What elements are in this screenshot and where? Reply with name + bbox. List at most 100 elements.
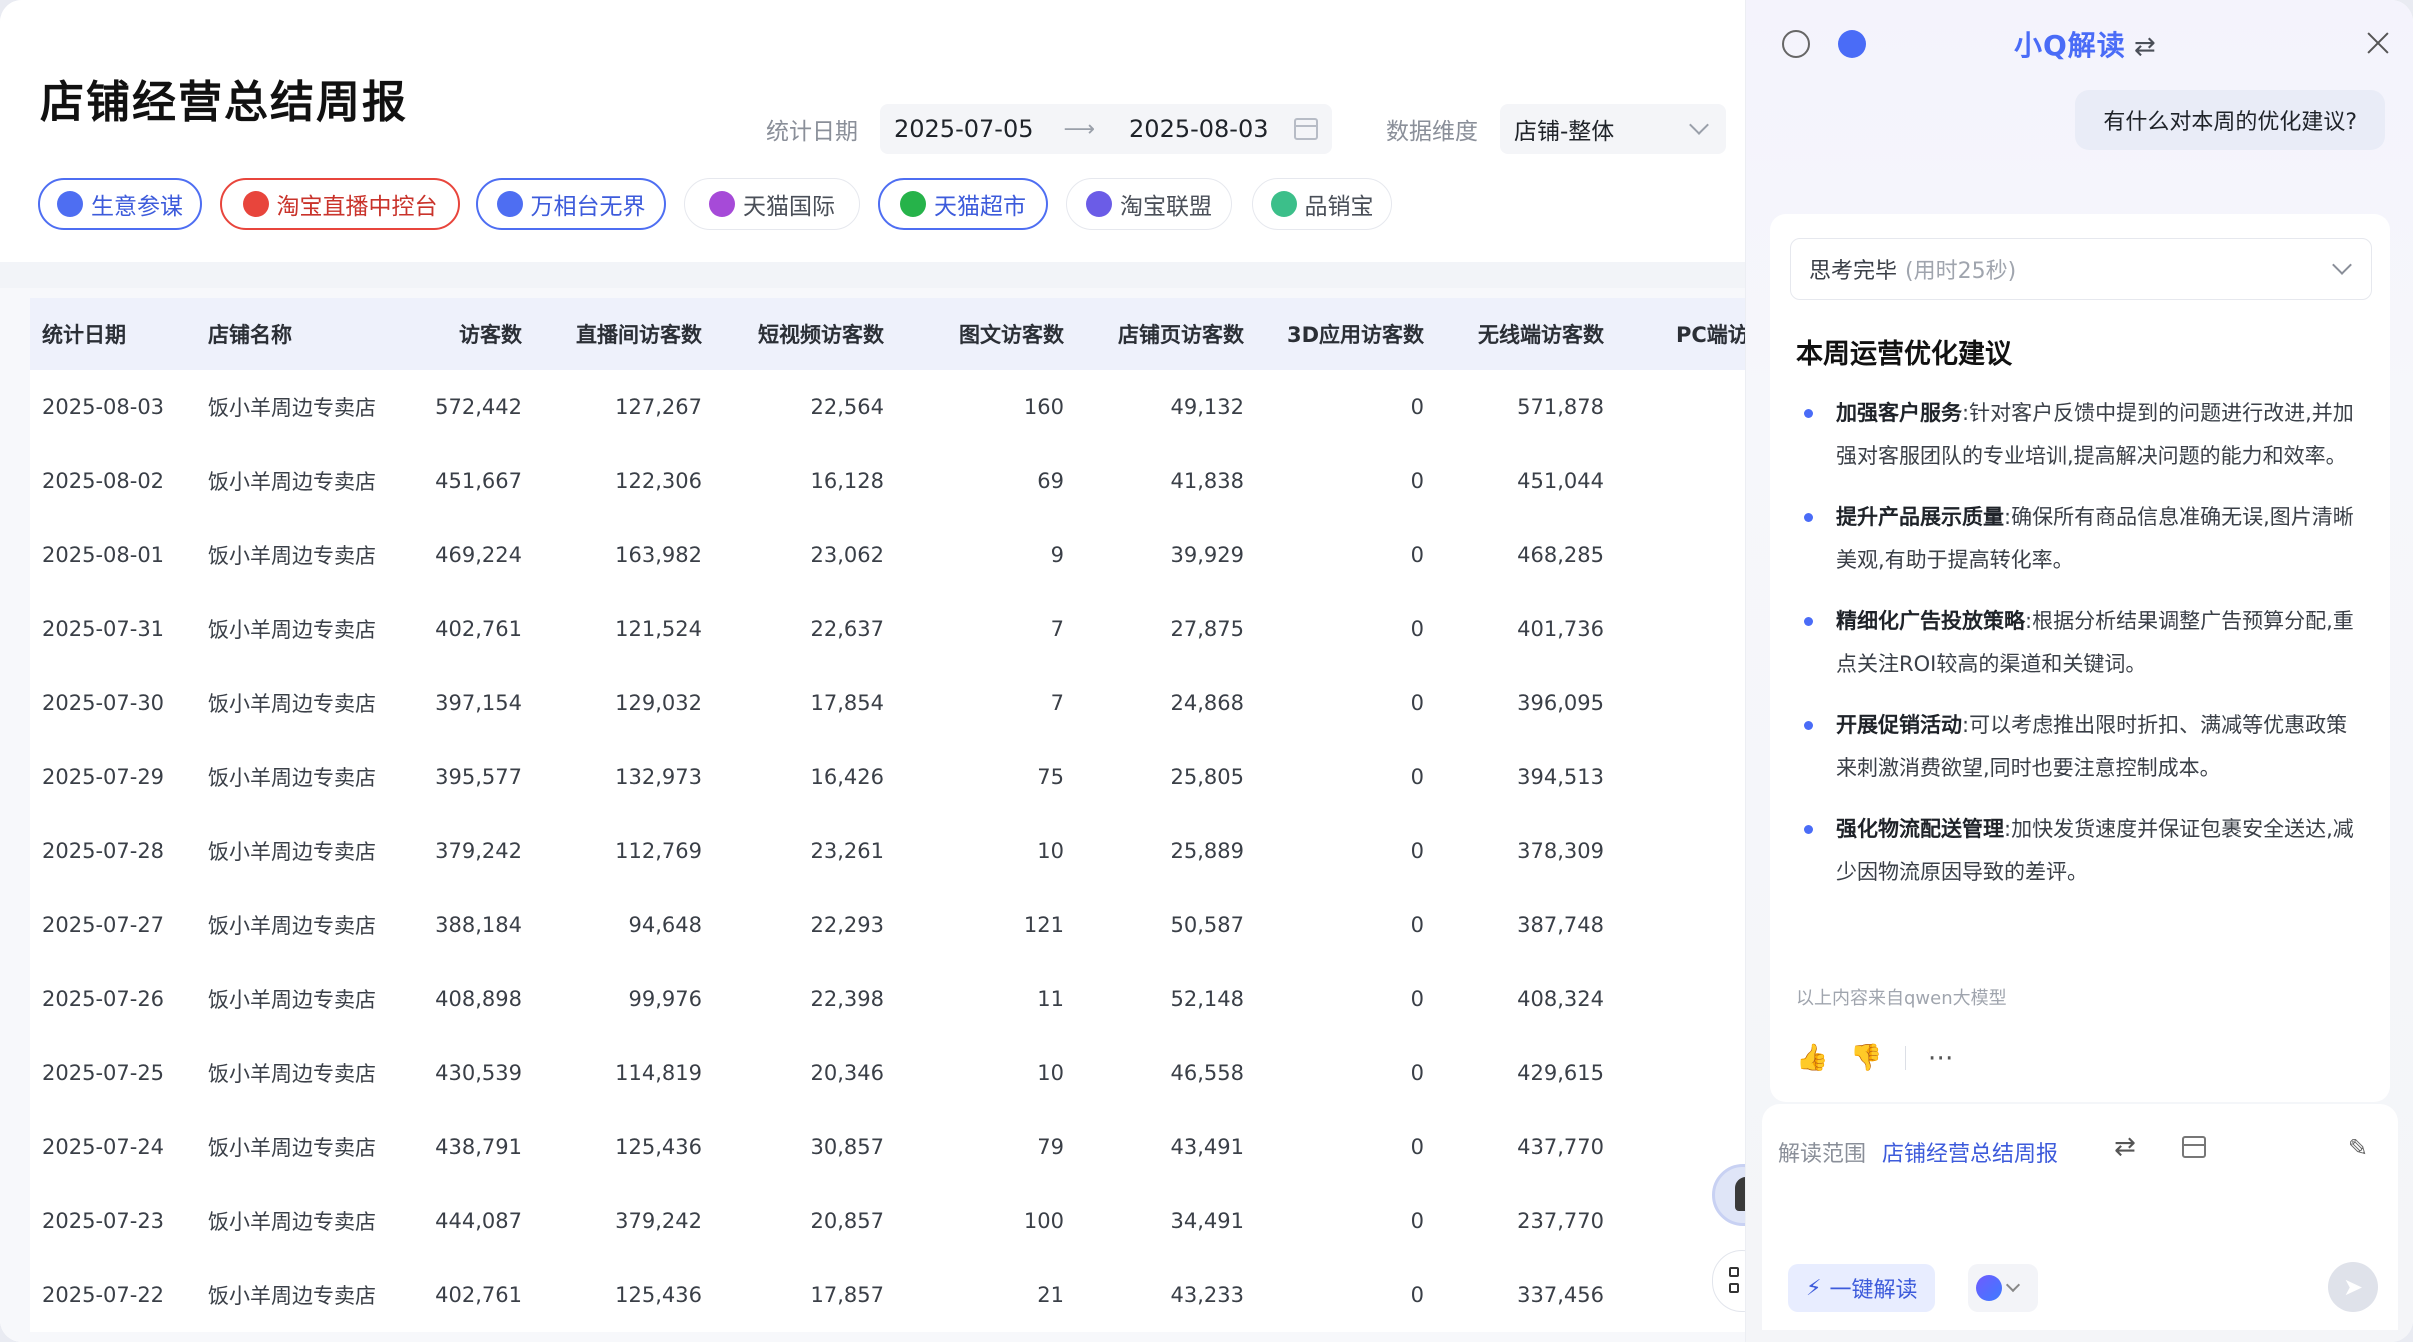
swap-icon[interactable]: ⇄ [2134, 32, 2157, 62]
send-button[interactable]: ➤ [2328, 1262, 2378, 1312]
table-cell: 21 [1037, 1283, 1064, 1307]
table-cell: 52,148 [1170, 987, 1244, 1011]
tag-label: 天猫国际 [743, 194, 835, 220]
table-cell: 379,242 [615, 1209, 702, 1233]
answer-card: 思考完毕 (用时25秒) 本周运营优化建议 加强客户服务:针对客户反馈中提到的问… [1770, 214, 2390, 1102]
table-cell: 16,426 [810, 765, 884, 789]
table-cell: 22,398 [810, 987, 884, 1011]
table-row[interactable]: 2025-08-01 饭小羊周边专卖店 469,224 163,982 23,062 9 3… [30, 518, 1745, 592]
table-cell: 43,233 [1170, 1283, 1244, 1307]
table-row[interactable]: 2025-07-27 饭小羊周边专卖店 388,184 94,648 22,293 121… [30, 888, 1745, 962]
table-cell: 337,456 [1517, 1283, 1604, 1307]
table-cell: 27,875 [1170, 617, 1244, 641]
data-table: 统计日期 店铺名称 访客数 直播间访客数 短视频访客数 图文访客数 店铺页访客数 3D应用访客… [30, 298, 1745, 1332]
answer-heading: 本周运营优化建议 [1796, 339, 2012, 370]
table-cell: 饭小羊周边专卖店 [208, 988, 376, 1012]
tag-taobao-live[interactable]: 淘宝直播中控台 [220, 178, 460, 230]
tag-taobao-union[interactable]: 淘宝联盟 [1066, 178, 1232, 230]
table-cell: 469,224 [435, 543, 522, 567]
suggestion-item: 精细化广告投放策略:根据分析结果调整广告预算分配,重点关注ROI较高的渠道和关键… [1796, 600, 2366, 686]
dimension-select[interactable]: 店铺-整体 [1500, 104, 1726, 154]
thumbs-up-icon[interactable]: 👍 [1796, 1045, 1828, 1071]
table-row[interactable]: 2025-07-30 饭小羊周边专卖店 397,154 129,032 17,854 7 2… [30, 666, 1745, 740]
column-header[interactable]: 店铺页访客数 [1076, 298, 1256, 370]
tag-tmall-global[interactable]: 天猫国际 [684, 178, 860, 230]
table-cell: 22,564 [810, 395, 884, 419]
table-cell: 11 [1037, 987, 1064, 1011]
table-cell: 451,667 [435, 469, 522, 493]
table-cell: 0 [1410, 691, 1424, 715]
model-logo-icon [1976, 1275, 2002, 1301]
table-cell: 2025-07-22 [42, 1283, 165, 1307]
source-note: 以上内容来自qwen大模型 [1796, 988, 2007, 1009]
table-row[interactable]: 2025-08-02 饭小羊周边专卖店 451,667 122,306 16,128 69… [30, 444, 1745, 518]
table-cell: 23,062 [810, 543, 884, 567]
table-cell: 2025-07-23 [42, 1209, 165, 1233]
column-header[interactable]: PC端访客数 [1616, 298, 1745, 370]
table-cell: 46,558 [1170, 1061, 1244, 1085]
table-cell: 2025-08-02 [42, 469, 165, 493]
tag-wanxiangtai[interactable]: 万相台无界 [476, 178, 666, 230]
history-icon[interactable] [1782, 30, 1810, 58]
one-click-interpret-button[interactable]: ⚡ 一键解读 [1788, 1264, 1936, 1312]
calendar-icon[interactable] [1294, 118, 1318, 140]
table-cell: 0 [1410, 469, 1424, 493]
scope-label: 解读范围 [1778, 1142, 1867, 1167]
column-header[interactable]: 统计日期 [30, 298, 196, 370]
suggestion-title: 加强客户服务 [1836, 401, 1962, 425]
table-cell: 1, [1616, 518, 1745, 592]
column-header[interactable]: 直播间访客数 [534, 298, 714, 370]
table-cell: 20,346 [810, 1061, 884, 1085]
table-cell: 408,898 [435, 987, 522, 1011]
date-start[interactable]: 2025-07-05 [894, 115, 1033, 143]
tag-tmall-supermarket[interactable]: 天猫超市 [878, 178, 1048, 230]
thinking-status-toggle[interactable]: 思考完毕 (用时25秒) [1790, 238, 2372, 300]
panel-title[interactable]: 小Q解读 ⇄ [2014, 24, 2157, 64]
table-row[interactable]: 2025-07-29 饭小羊周边专卖店 395,577 132,973 16,426 75… [30, 740, 1745, 814]
table-icon[interactable] [2182, 1136, 2206, 1158]
table-row[interactable]: 2025-07-24 饭小羊周边专卖店 438,791 125,436 30,857 79… [30, 1110, 1745, 1184]
table-cell: 394,513 [1517, 765, 1604, 789]
table-header-row: 统计日期 店铺名称 访客数 直播间访客数 短视频访客数 图文访客数 店铺页访客数 3D应用访客… [30, 298, 1745, 370]
table-cell: 69 [1037, 469, 1064, 493]
drop-icon [1270, 191, 1297, 217]
table-row[interactable]: 2025-07-31 饭小羊周边专卖店 402,761 121,524 22,637 7 2… [30, 592, 1745, 666]
column-header[interactable]: 无线端访客数 [1436, 298, 1616, 370]
table-cell: 112,769 [615, 839, 702, 863]
table-cell: 121,524 [615, 617, 702, 641]
model-select[interactable] [1968, 1264, 2038, 1312]
table-cell: 饭小羊周边专卖店 [208, 396, 376, 420]
date-range-picker[interactable]: 2025-07-05 ⟶ 2025-08-03 [880, 104, 1332, 154]
column-header[interactable]: 图文访客数 [896, 298, 1076, 370]
thumbs-down-icon[interactable]: 👎 [1850, 1045, 1882, 1071]
main-area: 店铺经营总结周报 统计日期 2025-07-05 ⟶ 2025-08-03 数据… [0, 0, 1745, 1342]
tmall-supermarket-logo-icon [900, 191, 926, 217]
app-window: 店铺经营总结周报 统计日期 2025-07-05 ⟶ 2025-08-03 数据… [0, 0, 2413, 1342]
new-chat-icon[interactable] [1838, 30, 1866, 58]
scope-value-link[interactable]: 店铺经营总结周报 [1882, 1136, 2058, 1168]
column-header[interactable]: 3D应用访客数 [1256, 298, 1436, 370]
close-icon[interactable] [2365, 30, 2391, 56]
more-options-icon[interactable]: ⋯ [1928, 1045, 1954, 1071]
column-header[interactable]: 访客数 [396, 298, 534, 370]
table-cell: 387,748 [1517, 913, 1604, 937]
tag-pinxiaobao[interactable]: 品销宝 [1252, 178, 1392, 230]
table-row[interactable]: 2025-07-22 饭小羊周边专卖店 402,761 125,436 17,857 21… [30, 1258, 1745, 1332]
swap-icon[interactable]: ⇄ [2114, 1132, 2136, 1162]
table-row[interactable]: 2025-07-28 饭小羊周边专卖店 379,242 112,769 23,261 10… [30, 814, 1745, 888]
table-row[interactable]: 2025-07-26 饭小羊周边专卖店 408,898 99,976 22,398 11 5… [30, 962, 1745, 1036]
date-end[interactable]: 2025-08-03 [1129, 115, 1268, 143]
tag-label: 淘宝直播中控台 [276, 194, 438, 220]
table-row[interactable]: 2025-07-23 饭小羊周边专卖店 444,087 379,242 20,857 10… [30, 1184, 1745, 1258]
table-cell: 2025-07-26 [42, 987, 165, 1011]
column-header[interactable]: 店铺名称 [196, 298, 396, 370]
table-row[interactable]: 2025-07-25 饭小羊周边专卖店 430,539 114,819 20,346 10… [30, 1036, 1745, 1110]
tag-shengyi-canmou[interactable]: 生意参谋 [38, 178, 202, 230]
table-cell: 2025-07-28 [42, 839, 165, 863]
table-cell: 25,805 [1170, 765, 1244, 789]
edit-icon[interactable]: ✎ [2348, 1134, 2368, 1162]
table-row[interactable]: 2025-08-03 饭小羊周边专卖店 572,442 127,267 22,564 16… [30, 370, 1745, 444]
column-header[interactable]: 短视频访客数 [714, 298, 896, 370]
table-cell: 10 [1037, 839, 1064, 863]
table-cell: 438,791 [435, 1135, 522, 1159]
